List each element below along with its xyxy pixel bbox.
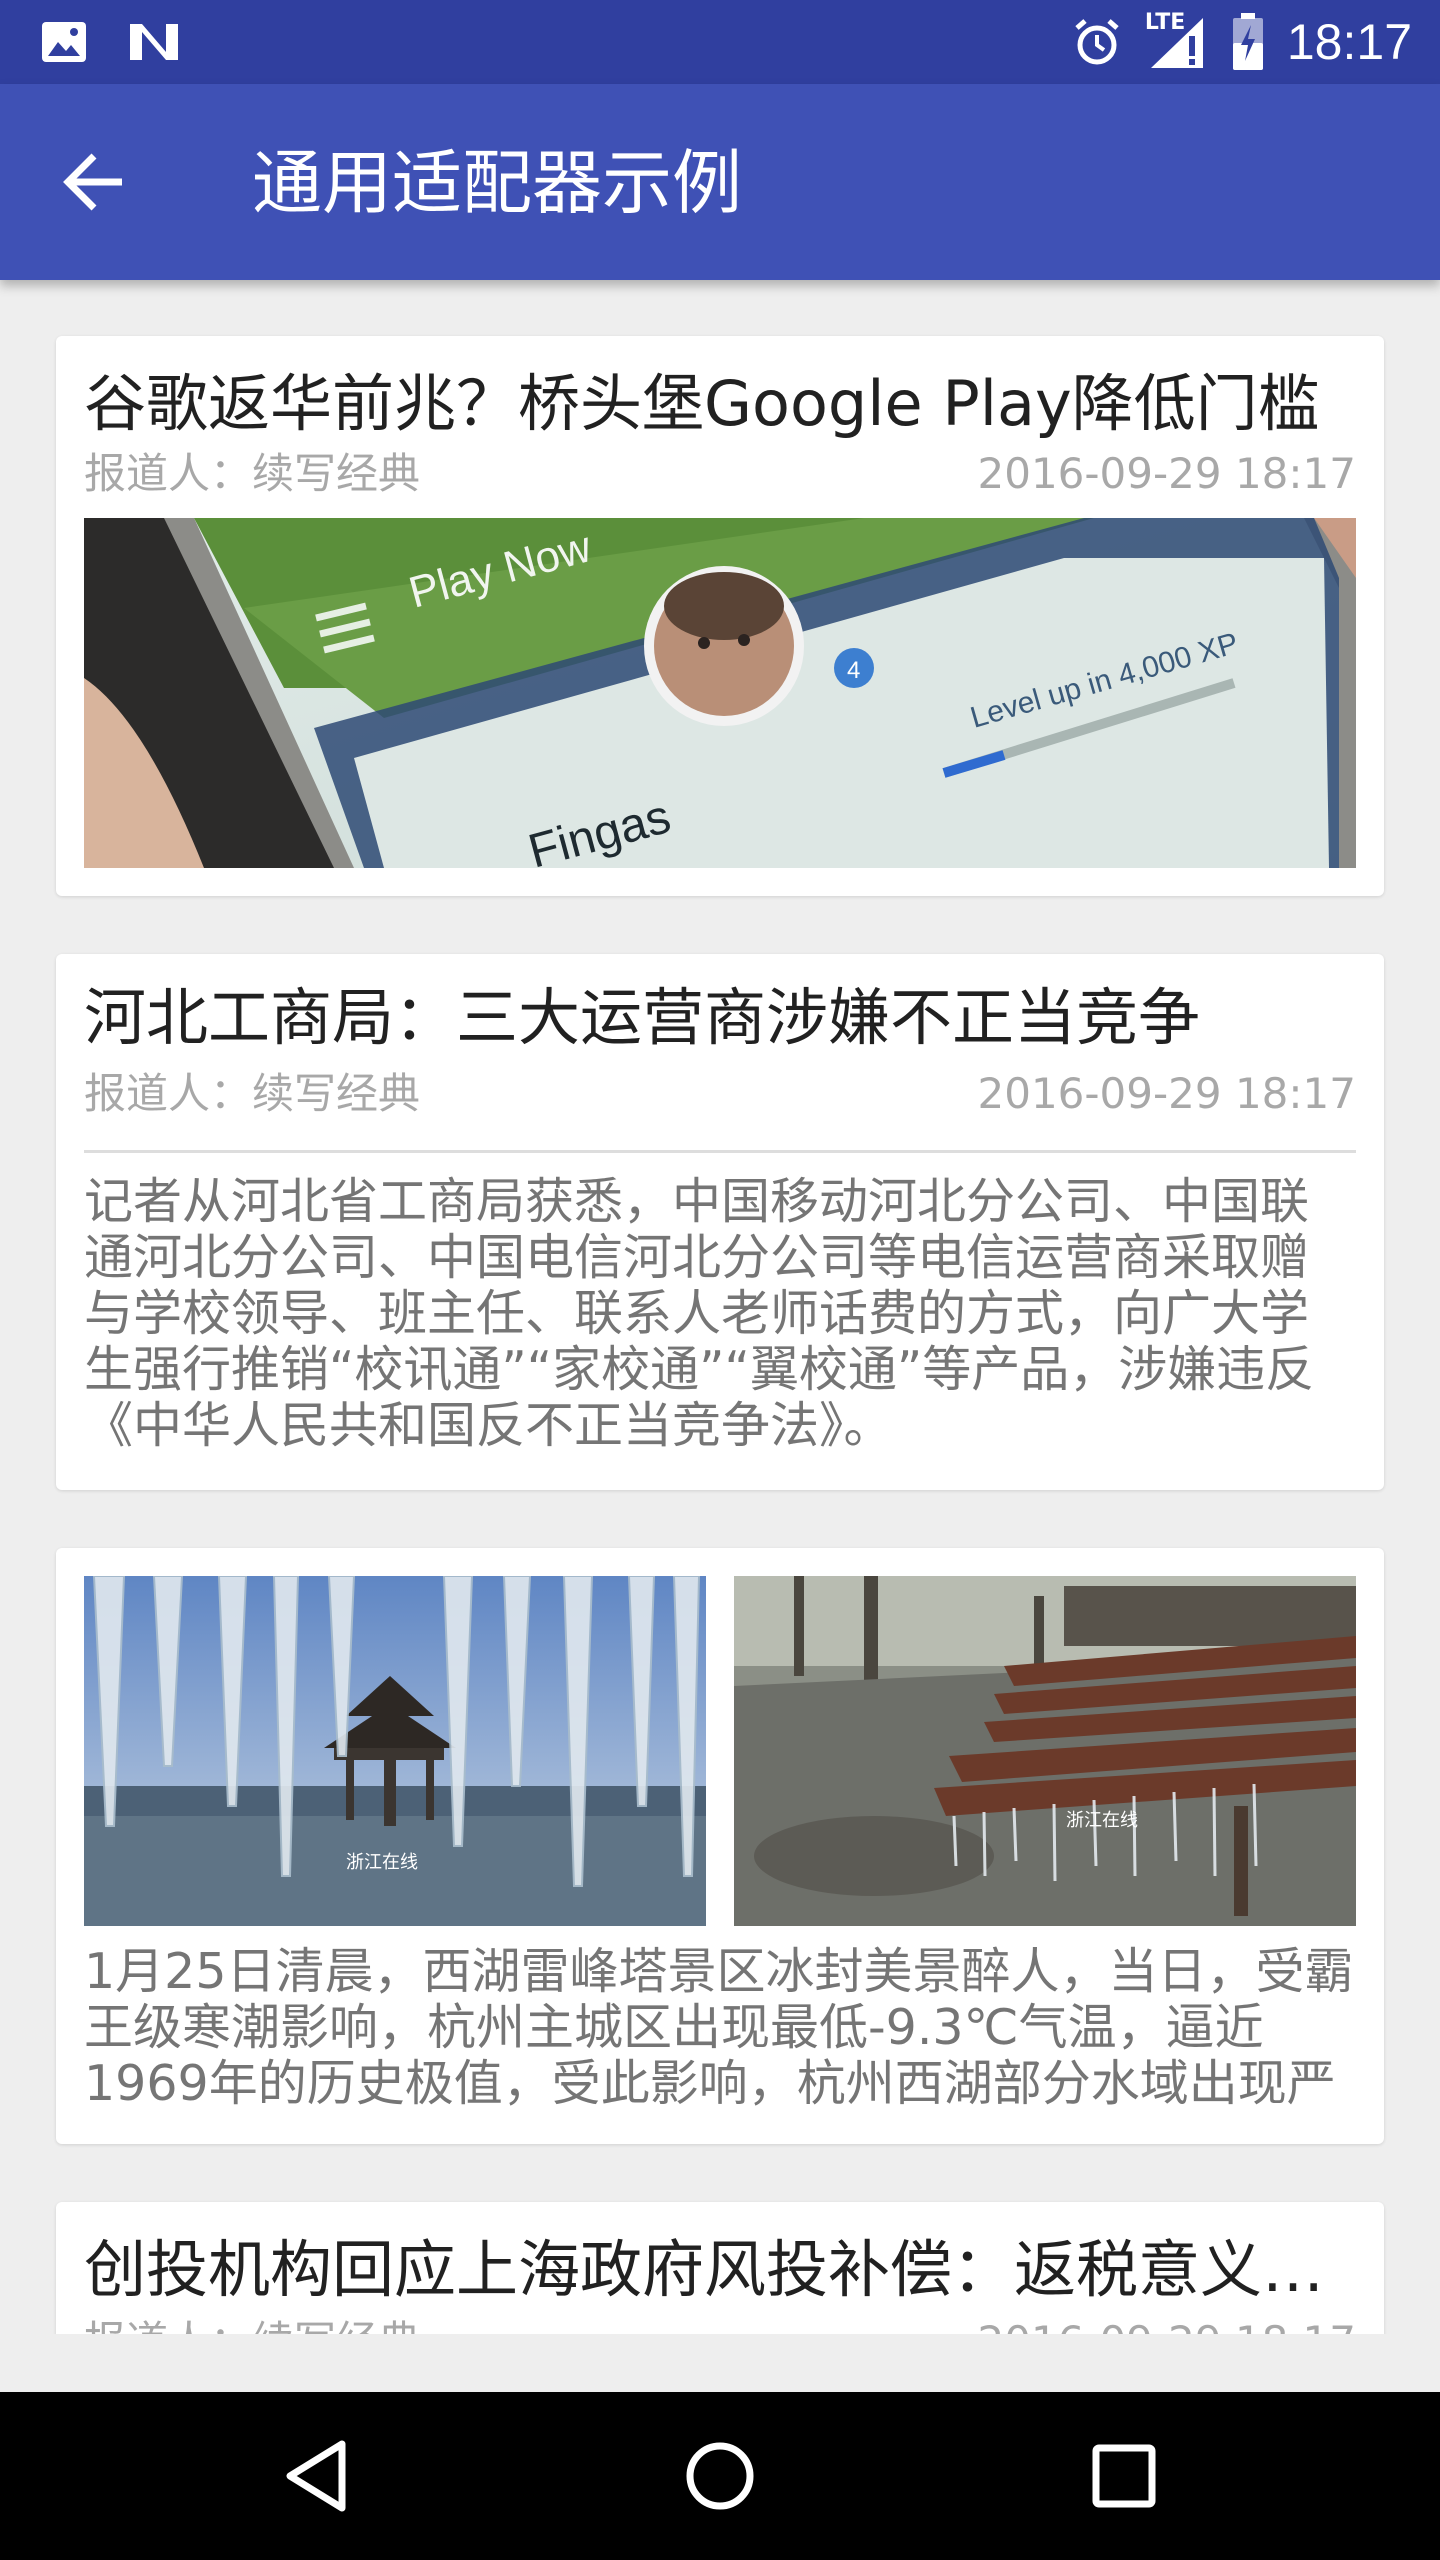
watermark: 浙江在线 [346,1852,418,1873]
image-icon [42,22,86,62]
news-date: 2016-09-29 18:17 [978,2314,1356,2334]
news-image[interactable]: Play Now 4 Level up in 4,000 XP Fingas [84,518,1356,868]
news-image-right[interactable]: 浙江在线 [734,1576,1356,1926]
status-bar: LTE 18:17 [0,0,1440,84]
news-card[interactable]: 创投机构回应上海政府风投补偿：返税意义不大 报道人：续写经典 2016-09-2… [56,2202,1384,2334]
news-reporter: 报道人：续写经典 [84,2314,420,2334]
battery-icon [1232,13,1263,70]
news-date: 2016-09-29 18:17 [977,449,1356,498]
signal-icon: LTE [1145,10,1209,72]
alarm-icon [1075,19,1119,65]
n-logo-icon [130,24,178,60]
news-reporter: 报道人：续写经典 [84,1069,421,1118]
news-title: 谷歌返华前兆？桥头堡Google Play降低门槛 [84,367,1320,440]
recents-square-icon [1092,2444,1156,2508]
news-title: 河北工商局：三大运营商涉嫌不正当竞争 [84,981,1201,1054]
arrow-back-icon [63,153,122,211]
news-title: 创投机构回应上海政府风投补偿：返税意义不大 [84,2233,1356,2306]
phone-photo: Play Now 4 Level up in 4,000 XP Fingas [84,518,1356,868]
news-meta: 报道人：续写经典 2016-09-29 18:17 [84,2314,1356,2334]
news-date: 2016-09-29 18:17 [977,1069,1356,1118]
nav-home-button[interactable] [678,2434,762,2518]
news-meta: 报道人：续写经典 2016-09-29 18:17 [84,1066,1356,1122]
news-list[interactable]: 谷歌返华前兆？桥头堡Google Play降低门槛 报道人：续写经典 2016-… [0,280,1440,2334]
back-triangle-icon [286,2440,346,2512]
nav-back-button[interactable] [276,2434,360,2518]
page-title: 通用适配器示例 [252,142,742,224]
news-card[interactable]: 浙江在线 浙江在线 1月25日清晨，西湖雷峰塔景区冰封美景醉人，当日，受霸王级寒… [56,1548,1384,2144]
divider [84,1150,1356,1153]
news-reporter: 报道人：续写经典 [84,449,421,498]
news-meta: 报道人：续写经典 2016-09-29 18:17 [84,446,1356,502]
back-button[interactable] [60,146,132,218]
news-summary: 1月25日清晨，西湖雷峰塔景区冰封美景醉人，当日，受霸王级寒潮影响，杭州主城区出… [84,1944,1354,2112]
level-badge: 4 [847,657,860,684]
status-time: 18:17 [1286,14,1412,70]
icicle-pagoda-photo: 浙江在线 [84,1576,706,1926]
news-image-left[interactable]: 浙江在线 [84,1576,706,1926]
news-summary: 记者从河北省工商局获悉，中国移动河北分公司、中国联通河北分公司、中国电信河北分公… [84,1173,1315,1454]
watermark: 浙江在线 [1066,1810,1138,1831]
navigation-bar [0,2392,1440,2560]
frozen-bench-photo: 浙江在线 [734,1576,1356,1926]
app-bar: 通用适配器示例 [0,84,1440,280]
home-circle-icon [686,2442,754,2510]
news-card[interactable]: 谷歌返华前兆？桥头堡Google Play降低门槛 报道人：续写经典 2016-… [56,336,1384,896]
news-card[interactable]: 河北工商局：三大运营商涉嫌不正当竞争 报道人：续写经典 2016-09-29 1… [56,954,1384,1490]
nav-recents-button[interactable] [1082,2434,1166,2518]
